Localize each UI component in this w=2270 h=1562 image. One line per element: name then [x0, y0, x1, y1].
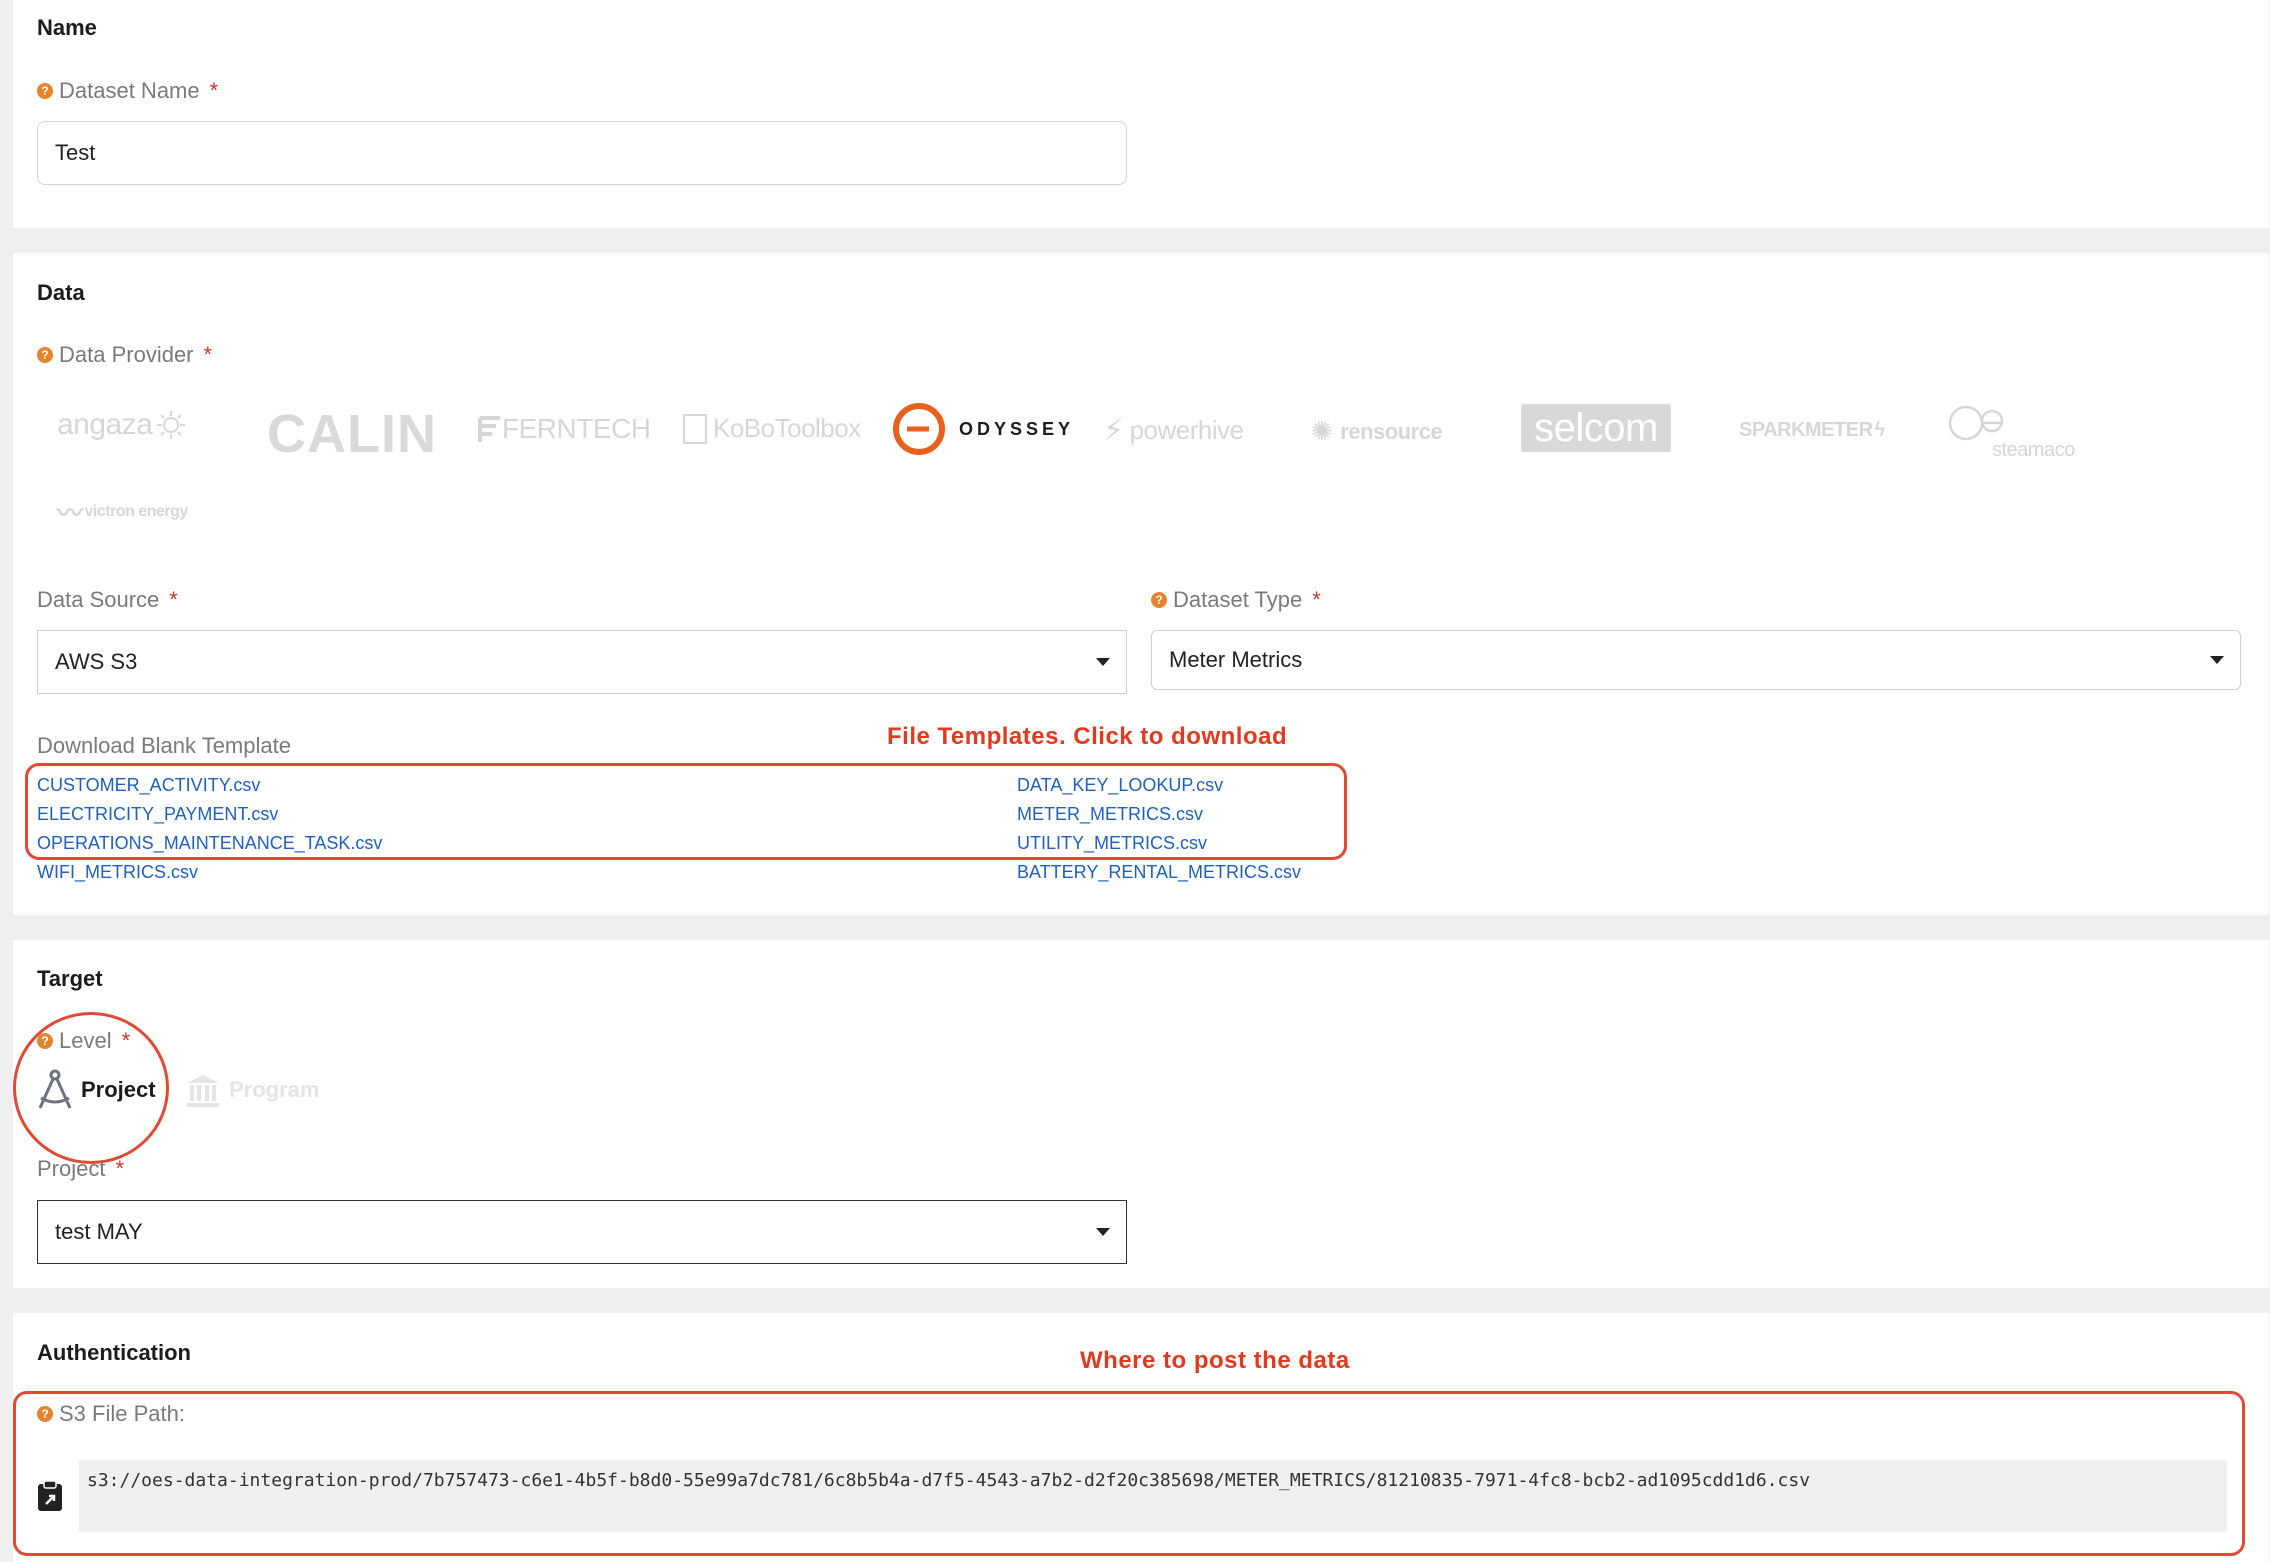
authentication-panel: Authentication Where to post the data ? …: [13, 1313, 2269, 1562]
dataset-name-input[interactable]: Test: [37, 121, 1127, 185]
template-link[interactable]: OPERATIONS_MAINTENANCE_TASK.csv: [37, 833, 382, 854]
template-link[interactable]: UTILITY_METRICS.csv: [1017, 833, 1207, 854]
provider-logo-calin[interactable]: CALIN: [267, 403, 437, 465]
help-icon[interactable]: ?: [37, 83, 53, 99]
section-title-data: Data: [37, 280, 85, 305]
template-link[interactable]: CUSTOMER_ACTIVITY.csv: [37, 775, 260, 796]
dataset-name-label: ? Dataset Name *: [37, 78, 218, 104]
provider-logo-ferntech[interactable]: FERNTECH: [476, 413, 651, 445]
template-link[interactable]: WIFI_METRICS.csv: [37, 862, 198, 883]
data-source-label: Data Source *: [37, 587, 178, 612]
provider-logo-sparkmeter[interactable]: SPARKMETER ϟ: [1739, 419, 1885, 442]
project-label: Project *: [37, 1156, 125, 1181]
data-provider-label: ? Data Provider *: [37, 342, 212, 368]
help-icon[interactable]: ?: [37, 1406, 53, 1422]
bolt-icon: ⚡: [1103, 414, 1124, 447]
data-source-select[interactable]: AWS S3: [37, 630, 1127, 694]
dataset-type-select[interactable]: Meter Metrics: [1151, 630, 2241, 690]
download-template-label: Download Blank Template: [37, 733, 291, 758]
s3-path-label: ? S3 File Path:: [37, 1401, 185, 1427]
level-highlight-circle: [13, 1012, 169, 1164]
help-icon[interactable]: ?: [1151, 592, 1167, 608]
chevron-down-icon: [1096, 1228, 1110, 1236]
provider-logo-powerhive[interactable]: ⚡ powerhive: [1103, 413, 1244, 448]
provider-logo-kobotoolbox[interactable]: KoBoToolbox: [683, 413, 861, 444]
kobo-box-icon: [683, 413, 707, 444]
template-link[interactable]: DATA_KEY_LOOKUP.csv: [1017, 775, 1223, 796]
provider-logo-victron[interactable]: 〰 victron energy: [57, 493, 188, 530]
provider-logo-rensource[interactable]: ✺ rensource: [1311, 416, 1443, 447]
provider-logo-odyssey[interactable]: ODYSSEY: [891, 401, 1074, 457]
templates-annotation: File Templates. Click to download: [887, 723, 1288, 750]
section-title-authentication: Authentication: [37, 1340, 191, 1365]
spark-icon: ϟ: [1874, 419, 1886, 441]
institution-icon: [187, 1075, 219, 1107]
section-title-name: Name: [37, 15, 97, 40]
template-link[interactable]: BATTERY_RENTAL_METRICS.csv: [1017, 862, 1301, 883]
project-select[interactable]: test MAY: [37, 1200, 1127, 1264]
victron-wave-icon: 〰: [57, 498, 83, 528]
copy-clipboard-icon[interactable]: [36, 1480, 64, 1512]
template-link[interactable]: METER_METRICS.csv: [1017, 804, 1203, 825]
angaza-sun-icon: [157, 411, 186, 439]
dataset-type-label: ? Dataset Type *: [1151, 587, 1321, 613]
s3-annotation: Where to post the data: [1080, 1347, 1350, 1374]
steamaco-circles-icon: [1948, 405, 2004, 441]
name-panel: Name ? Dataset Name * Test: [13, 0, 2269, 228]
data-panel: Data ? Data Provider * angaza CALIN FERNT…: [13, 253, 2269, 915]
level-option-program[interactable]: Program: [185, 1072, 319, 1108]
target-panel: Target ? Level * Project Program Project *…: [13, 940, 2269, 1288]
help-icon[interactable]: ?: [37, 347, 53, 363]
provider-logo-steamaco[interactable]: steamaco: [1948, 405, 2108, 465]
template-link[interactable]: ELECTRICITY_PAYMENT.csv: [37, 804, 278, 825]
section-title-target: Target: [37, 966, 103, 991]
chevron-down-icon: [2210, 656, 2224, 664]
odyssey-logo-icon: [893, 403, 945, 455]
chevron-down-icon: [1096, 658, 1110, 666]
ferntech-leaf-icon: [478, 416, 500, 442]
provider-logo-selcom[interactable]: selcom: [1521, 404, 1671, 452]
rensource-star-icon: ✺: [1311, 416, 1333, 446]
s3-path-value[interactable]: s3://oes-data-integration-prod/7b757473-…: [79, 1460, 2227, 1532]
provider-logo-angaza[interactable]: angaza: [57, 408, 186, 442]
